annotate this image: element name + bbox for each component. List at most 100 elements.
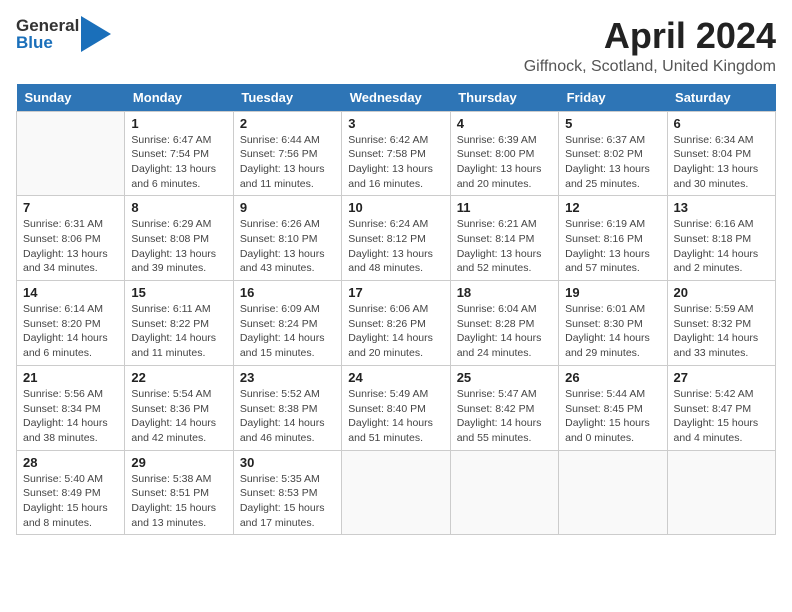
- day-info: Sunrise: 6:39 AMSunset: 8:00 PMDaylight:…: [457, 133, 552, 192]
- day-number: 9: [240, 200, 335, 215]
- day-number: 26: [565, 370, 660, 385]
- day-number: 3: [348, 116, 443, 131]
- weekday-header-tuesday: Tuesday: [233, 84, 341, 112]
- calendar-cell: 5 Sunrise: 6:37 AMSunset: 8:02 PMDaylight…: [559, 111, 667, 196]
- calendar-cell: 15 Sunrise: 6:11 AMSunset: 8:22 PMDayligh…: [125, 281, 233, 366]
- day-info: Sunrise: 5:59 AMSunset: 8:32 PMDaylight:…: [674, 302, 769, 361]
- calendar-cell: 25 Sunrise: 5:47 AMSunset: 8:42 PMDayligh…: [450, 365, 558, 450]
- day-number: 27: [674, 370, 769, 385]
- week-row-4: 21 Sunrise: 5:56 AMSunset: 8:34 PMDayligh…: [17, 365, 776, 450]
- calendar-cell: 19Sunrise: 6:01 AMSunset: 8:30 PMDayligh…: [559, 281, 667, 366]
- day-info: Sunrise: 5:49 AMSunset: 8:40 PMDaylight:…: [348, 387, 443, 446]
- day-info: Sunrise: 6:06 AMSunset: 8:26 PMDaylight:…: [348, 302, 443, 361]
- day-info: Sunrise: 5:38 AMSunset: 8:51 PMDaylight:…: [131, 472, 226, 531]
- day-number: 20: [674, 285, 769, 300]
- day-number: 2: [240, 116, 335, 131]
- calendar-cell: [17, 111, 125, 196]
- day-info: Sunrise: 6:09 AMSunset: 8:24 PMDaylight:…: [240, 302, 335, 361]
- calendar-cell: 1 Sunrise: 6:47 AMSunset: 7:54 PMDaylight…: [125, 111, 233, 196]
- day-number: 5: [565, 116, 660, 131]
- day-info: Sunrise: 5:56 AMSunset: 8:34 PMDaylight:…: [23, 387, 118, 446]
- calendar-cell: 10Sunrise: 6:24 AMSunset: 8:12 PMDayligh…: [342, 196, 450, 281]
- calendar-cell: 9 Sunrise: 6:26 AMSunset: 8:10 PMDaylight…: [233, 196, 341, 281]
- calendar-cell: 2 Sunrise: 6:44 AMSunset: 7:56 PMDaylight…: [233, 111, 341, 196]
- calendar-cell: 13Sunrise: 6:16 AMSunset: 8:18 PMDayligh…: [667, 196, 775, 281]
- day-info: Sunrise: 6:04 AMSunset: 8:28 PMDaylight:…: [457, 302, 552, 361]
- calendar-cell: 12 Sunrise: 6:19 AMSunset: 8:16 PMDayligh…: [559, 196, 667, 281]
- header: General Blue April 2024 Giffnock, Scotla…: [16, 16, 776, 76]
- calendar-cell: 30 Sunrise: 5:35 AMSunset: 8:53 PMDayligh…: [233, 450, 341, 535]
- day-number: 14: [23, 285, 118, 300]
- day-number: 25: [457, 370, 552, 385]
- logo-general: General: [16, 17, 79, 34]
- day-number: 7: [23, 200, 118, 215]
- calendar-cell: 4 Sunrise: 6:39 AMSunset: 8:00 PMDaylight…: [450, 111, 558, 196]
- calendar-cell: 24Sunrise: 5:49 AMSunset: 8:40 PMDayligh…: [342, 365, 450, 450]
- day-number: 18: [457, 285, 552, 300]
- week-row-2: 7 Sunrise: 6:31 AMSunset: 8:06 PMDaylight…: [17, 196, 776, 281]
- weekday-header-friday: Friday: [559, 84, 667, 112]
- calendar-cell: 18 Sunrise: 6:04 AMSunset: 8:28 PMDayligh…: [450, 281, 558, 366]
- day-number: 29: [131, 455, 226, 470]
- day-info: Sunrise: 6:26 AMSunset: 8:10 PMDaylight:…: [240, 217, 335, 276]
- calendar-cell: 11 Sunrise: 6:21 AMSunset: 8:14 PMDayligh…: [450, 196, 558, 281]
- day-number: 17: [348, 285, 443, 300]
- day-info: Sunrise: 6:31 AMSunset: 8:06 PMDaylight:…: [23, 217, 118, 276]
- day-info: Sunrise: 6:47 AMSunset: 7:54 PMDaylight:…: [131, 133, 226, 192]
- week-row-5: 28 Sunrise: 5:40 AMSunset: 8:49 PMDayligh…: [17, 450, 776, 535]
- weekday-header-thursday: Thursday: [450, 84, 558, 112]
- day-number: 28: [23, 455, 118, 470]
- day-number: 6: [674, 116, 769, 131]
- day-number: 4: [457, 116, 552, 131]
- day-number: 19: [565, 285, 660, 300]
- day-info: Sunrise: 6:34 AMSunset: 8:04 PMDaylight:…: [674, 133, 769, 192]
- day-info: Sunrise: 6:29 AMSunset: 8:08 PMDaylight:…: [131, 217, 226, 276]
- day-number: 30: [240, 455, 335, 470]
- calendar-cell: [559, 450, 667, 535]
- day-number: 10: [348, 200, 443, 215]
- calendar-cell: 23 Sunrise: 5:52 AMSunset: 8:38 PMDayligh…: [233, 365, 341, 450]
- month-title: April 2024: [524, 16, 776, 56]
- calendar-table: SundayMondayTuesdayWednesdayThursdayFrid…: [16, 84, 776, 536]
- day-info: Sunrise: 6:14 AMSunset: 8:20 PMDaylight:…: [23, 302, 118, 361]
- calendar-cell: 29 Sunrise: 5:38 AMSunset: 8:51 PMDayligh…: [125, 450, 233, 535]
- day-number: 1: [131, 116, 226, 131]
- day-info: Sunrise: 5:47 AMSunset: 8:42 PMDaylight:…: [457, 387, 552, 446]
- day-info: Sunrise: 6:11 AMSunset: 8:22 PMDaylight:…: [131, 302, 226, 361]
- day-info: Sunrise: 6:44 AMSunset: 7:56 PMDaylight:…: [240, 133, 335, 192]
- day-number: 15: [131, 285, 226, 300]
- day-info: Sunrise: 6:42 AMSunset: 7:58 PMDaylight:…: [348, 133, 443, 192]
- day-info: Sunrise: 6:37 AMSunset: 8:02 PMDaylight:…: [565, 133, 660, 192]
- calendar-cell: 27 Sunrise: 5:42 AMSunset: 8:47 PMDayligh…: [667, 365, 775, 450]
- day-number: 16: [240, 285, 335, 300]
- day-info: Sunrise: 6:19 AMSunset: 8:16 PMDaylight:…: [565, 217, 660, 276]
- logo-icon: [81, 16, 111, 52]
- weekday-header-sunday: Sunday: [17, 84, 125, 112]
- calendar-cell: 7 Sunrise: 6:31 AMSunset: 8:06 PMDaylight…: [17, 196, 125, 281]
- day-number: 23: [240, 370, 335, 385]
- calendar-cell: 28 Sunrise: 5:40 AMSunset: 8:49 PMDayligh…: [17, 450, 125, 535]
- day-info: Sunrise: 5:35 AMSunset: 8:53 PMDaylight:…: [240, 472, 335, 531]
- day-number: 13: [674, 200, 769, 215]
- day-info: Sunrise: 6:21 AMSunset: 8:14 PMDaylight:…: [457, 217, 552, 276]
- day-number: 22: [131, 370, 226, 385]
- weekday-header-monday: Monday: [125, 84, 233, 112]
- day-number: 21: [23, 370, 118, 385]
- day-info: Sunrise: 5:40 AMSunset: 8:49 PMDaylight:…: [23, 472, 118, 531]
- day-number: 12: [565, 200, 660, 215]
- calendar-cell: 26Sunrise: 5:44 AMSunset: 8:45 PMDayligh…: [559, 365, 667, 450]
- logo: General Blue: [16, 16, 111, 52]
- week-row-3: 14 Sunrise: 6:14 AMSunset: 8:20 PMDayligh…: [17, 281, 776, 366]
- calendar-cell: [342, 450, 450, 535]
- day-info: Sunrise: 5:52 AMSunset: 8:38 PMDaylight:…: [240, 387, 335, 446]
- calendar-cell: [667, 450, 775, 535]
- day-number: 11: [457, 200, 552, 215]
- weekday-header-wednesday: Wednesday: [342, 84, 450, 112]
- calendar-cell: 16 Sunrise: 6:09 AMSunset: 8:24 PMDayligh…: [233, 281, 341, 366]
- logo-blue: Blue: [16, 34, 79, 51]
- location-title: Giffnock, Scotland, United Kingdom: [524, 58, 776, 76]
- calendar-cell: 22Sunrise: 5:54 AMSunset: 8:36 PMDayligh…: [125, 365, 233, 450]
- day-info: Sunrise: 5:42 AMSunset: 8:47 PMDaylight:…: [674, 387, 769, 446]
- calendar-cell: 20 Sunrise: 5:59 AMSunset: 8:32 PMDayligh…: [667, 281, 775, 366]
- week-row-1: 1 Sunrise: 6:47 AMSunset: 7:54 PMDaylight…: [17, 111, 776, 196]
